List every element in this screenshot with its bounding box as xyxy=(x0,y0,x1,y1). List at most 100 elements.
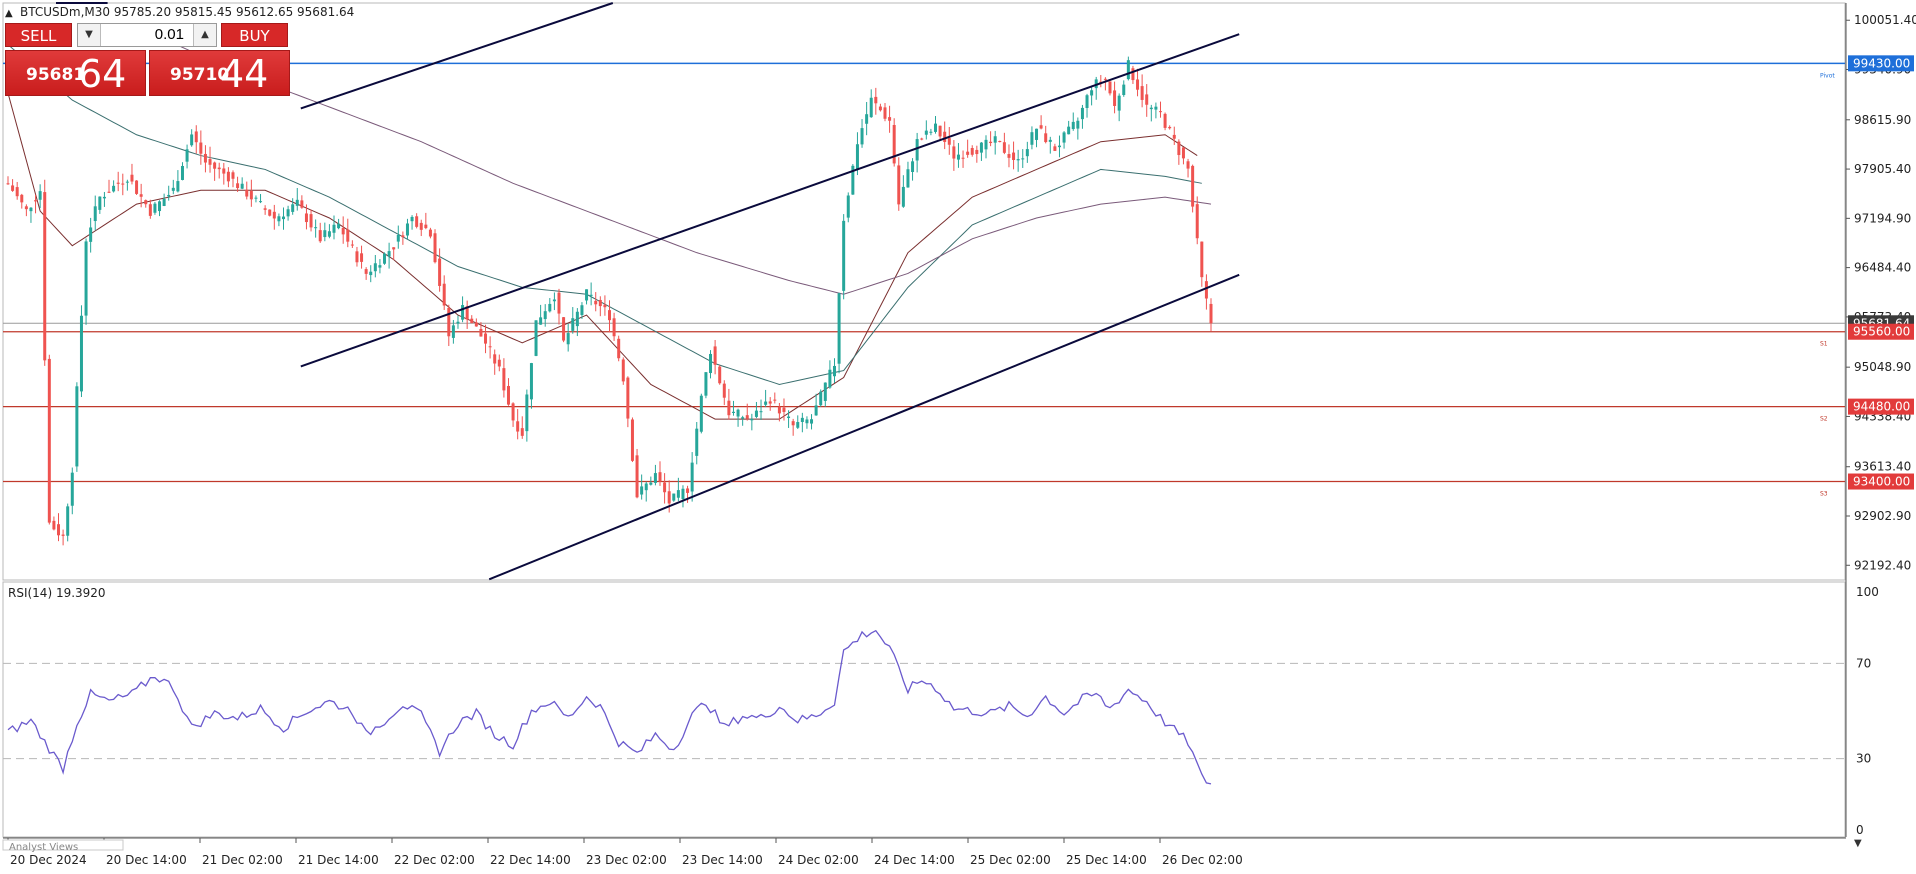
candle-body xyxy=(474,322,478,327)
candle-body xyxy=(89,227,93,242)
candle-body xyxy=(488,346,492,348)
candle xyxy=(617,335,621,362)
rsi-pane-bg xyxy=(2,581,1846,838)
time-tick-label: 23 Dec 02:00 xyxy=(586,853,667,867)
time-axis[interactable]: 20 Dec 2024 20 Dec 14:00 21 Dec 02:00 21 De… xyxy=(3,837,1846,867)
collapse-triangle-icon[interactable]: ▲ xyxy=(5,8,13,19)
candle-body xyxy=(874,96,878,104)
analyst-views-tab[interactable]: Analyst Views xyxy=(2,839,124,853)
candle xyxy=(718,365,722,385)
candle-body xyxy=(805,419,809,424)
candle-body xyxy=(842,220,846,291)
candle-body xyxy=(1204,281,1208,299)
candle-body xyxy=(350,244,354,246)
candle-body xyxy=(461,305,465,320)
candle-body xyxy=(621,359,625,382)
time-tick-label: 22 Dec 02:00 xyxy=(394,853,475,867)
candle xyxy=(1126,56,1130,81)
candle-body xyxy=(566,333,570,345)
rsi-tick-label: 70 xyxy=(1856,656,1871,670)
candle xyxy=(433,229,437,264)
candle-body xyxy=(1158,111,1162,113)
volume-up-icon[interactable]: ▲ xyxy=(193,24,216,46)
candle-body xyxy=(52,520,56,530)
candle-body xyxy=(34,200,38,202)
price-tick-label: 95048.90 xyxy=(1854,360,1911,374)
scroll-down-icon[interactable]: ▼ xyxy=(1854,838,1862,849)
candle-body xyxy=(938,125,942,137)
candle-body xyxy=(966,151,970,155)
candle-body xyxy=(263,208,267,210)
candle-body xyxy=(116,182,120,184)
candle-body xyxy=(681,488,685,500)
candle-body xyxy=(511,403,515,421)
candle-body xyxy=(1108,81,1112,94)
buy-button[interactable]: BUY xyxy=(221,23,288,47)
candle-body xyxy=(135,180,139,194)
candle xyxy=(630,417,634,463)
candle-body xyxy=(585,289,589,301)
candle-body xyxy=(125,181,129,183)
volume-down-icon[interactable]: ▼ xyxy=(78,24,101,46)
candle-body xyxy=(442,283,446,306)
candle-body xyxy=(268,209,272,216)
candle-body xyxy=(993,136,997,143)
candle-body xyxy=(878,106,882,111)
candle-body xyxy=(676,490,680,498)
candle xyxy=(1163,112,1167,131)
volume-field[interactable]: ▼ ▲ xyxy=(77,23,217,47)
candle-body xyxy=(456,321,460,324)
rsi-label: RSI(14) 19.3920 xyxy=(8,586,106,600)
candle-body xyxy=(929,131,933,133)
candle-body xyxy=(865,114,869,124)
candle-body xyxy=(1030,132,1034,145)
sell-price-button[interactable]: 95681 64 xyxy=(5,50,146,96)
candle xyxy=(635,448,639,499)
price-axis[interactable]: 100051.4099340.9098615.9097905.4097194.9… xyxy=(1845,3,1916,837)
candle-body xyxy=(1131,68,1135,81)
buy-price-button[interactable]: 95710 44 xyxy=(149,50,290,96)
candle-body xyxy=(888,117,892,121)
candle xyxy=(699,393,703,434)
candle-body xyxy=(20,194,24,203)
candle-body xyxy=(1002,142,1006,153)
candle-body xyxy=(644,483,648,491)
price-tick-label: 92192.40 xyxy=(1854,558,1911,572)
level-label: S1 xyxy=(1820,341,1828,348)
candle-body xyxy=(525,394,529,432)
candle-body xyxy=(608,310,611,321)
candle-body xyxy=(1140,86,1144,100)
candle-body xyxy=(1136,79,1140,90)
candle-body xyxy=(630,419,634,461)
candle-body xyxy=(337,223,341,229)
candle xyxy=(66,503,70,542)
candle-body xyxy=(93,206,97,222)
candle-body xyxy=(787,416,791,418)
sell-button[interactable]: SELL xyxy=(5,23,72,47)
candle-body xyxy=(24,206,28,210)
candle-body xyxy=(800,417,804,422)
candle-body xyxy=(341,227,345,235)
candle-body xyxy=(989,141,993,144)
candle-body xyxy=(447,307,451,337)
rsi-pane[interactable]: RSI(14) 19.3920 xyxy=(2,581,1846,838)
candle-body xyxy=(626,377,630,419)
time-tick-label: 25 Dec 14:00 xyxy=(1066,853,1147,867)
candle-body xyxy=(956,154,960,160)
candle xyxy=(1191,164,1195,213)
candle-body xyxy=(777,406,781,414)
candle-body xyxy=(828,369,832,388)
price-tag-label: 99430.00 xyxy=(1853,56,1910,70)
candle-body xyxy=(686,488,690,493)
candle-body xyxy=(580,305,584,316)
volume-input[interactable] xyxy=(104,24,184,46)
candle-body xyxy=(883,107,887,119)
candle-body xyxy=(346,229,350,242)
candle-body xyxy=(1126,60,1130,80)
candle-body xyxy=(281,216,285,220)
candle-body xyxy=(153,203,157,213)
candle-body xyxy=(754,410,758,417)
candle-body xyxy=(75,386,79,467)
candle-body xyxy=(575,311,579,327)
candle-body xyxy=(57,524,61,536)
